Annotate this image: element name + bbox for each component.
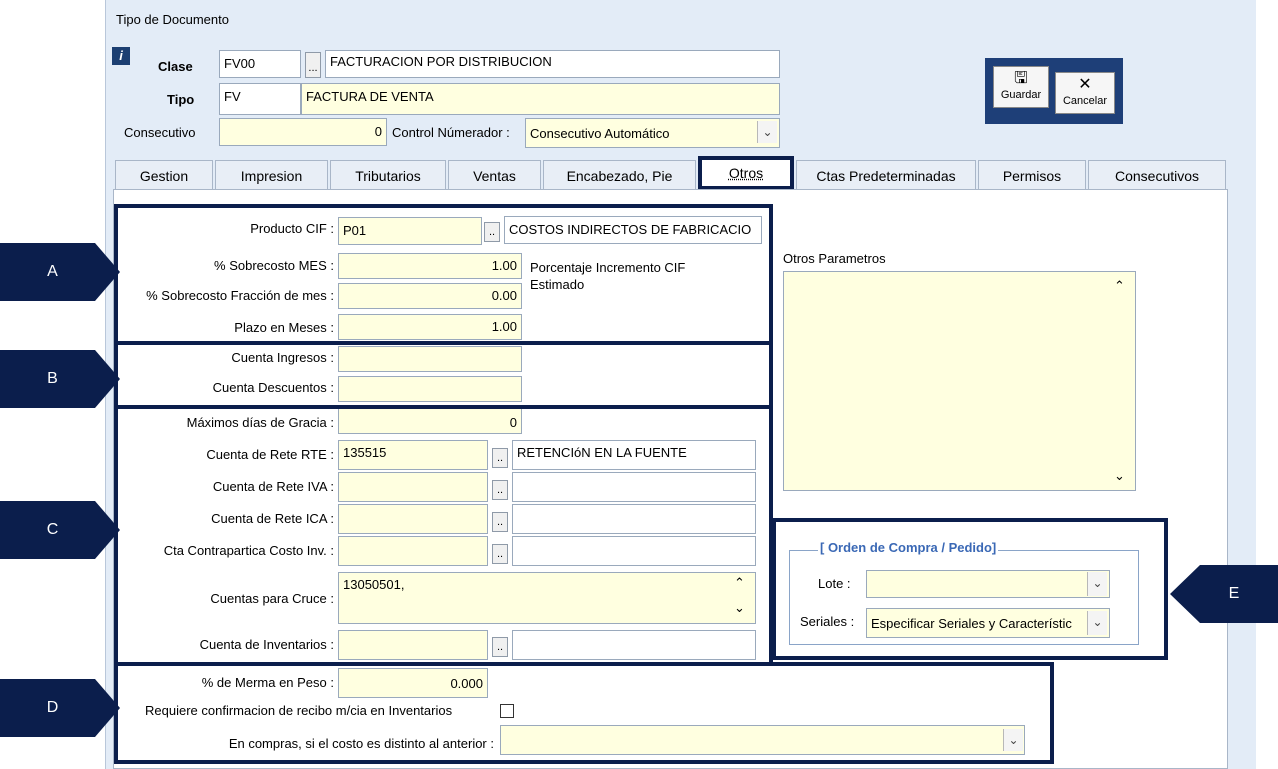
clase-label: Clase — [158, 59, 193, 74]
tipo-description: FACTURA DE VENTA — [301, 83, 780, 115]
tab-ventas[interactable]: Ventas — [448, 160, 541, 190]
tipo-label: Tipo — [167, 92, 195, 107]
cancel-button[interactable]: ✕ Cancelar — [1055, 72, 1115, 114]
control-numerador-label: Control Númerador : — [392, 125, 510, 140]
callout-e-label: E — [1228, 585, 1240, 602]
consecutivo-field[interactable]: 0 — [219, 118, 387, 146]
tab-ctas-predeterminadas[interactable]: Ctas Predeterminadas — [796, 160, 976, 190]
tab-encabezado-pie[interactable]: Encabezado, Pie — [543, 160, 696, 190]
consecutivo-label: Consecutivo — [124, 125, 196, 140]
cancel-label: Cancelar — [1062, 95, 1108, 107]
callout-b-label: B — [47, 370, 58, 387]
highlight-box-a — [114, 204, 773, 345]
tab-consecutivos[interactable]: Consecutivos — [1088, 160, 1226, 190]
callout-d-label: D — [46, 699, 59, 716]
control-numerador-select[interactable]: Consecutivo Automático — [525, 118, 780, 148]
tab-tributarios[interactable]: Tributarios — [330, 160, 446, 190]
tab-permisos[interactable]: Permisos — [978, 160, 1086, 190]
clase-code-field[interactable]: FV00 — [219, 50, 301, 78]
otros-parametros-textarea[interactable] — [783, 271, 1136, 491]
highlight-box-d — [114, 662, 1054, 764]
x-icon: ✕ — [1078, 76, 1092, 93]
callout-a: A — [0, 243, 120, 301]
callout-c-label: C — [46, 521, 59, 538]
tab-impresion[interactable]: Impresion — [215, 160, 328, 190]
highlight-box-b — [114, 341, 773, 409]
save-button[interactable]: 🖫 Guardar — [993, 66, 1049, 108]
save-label: Guardar — [1000, 89, 1042, 101]
callout-e: E — [1170, 565, 1278, 623]
scroll-down-icon[interactable]: ⌄ — [1114, 468, 1125, 484]
callout-b: B — [0, 350, 120, 408]
highlight-box-e — [772, 518, 1168, 660]
floppy-icon: 🖫 — [1014, 70, 1028, 87]
window-title: Tipo de Documento — [116, 12, 229, 27]
tipo-code-field[interactable]: FV — [219, 83, 301, 115]
tab-otros[interactable]: Otros — [698, 156, 794, 190]
toolbar: 🖫 Guardar ✕ Cancelar — [985, 58, 1123, 124]
info-icon[interactable]: i — [112, 47, 130, 65]
clase-description: FACTURACION POR DISTRIBUCION — [325, 50, 780, 78]
callout-a-label: A — [47, 263, 58, 280]
chevron-down-icon[interactable]: ⌄ — [757, 121, 777, 143]
scroll-up-icon[interactable]: ⌃ — [1114, 278, 1125, 294]
highlight-box-c — [114, 405, 773, 666]
clase-lookup-button[interactable]: ... — [305, 52, 321, 78]
callout-d: D — [0, 679, 120, 737]
callout-c: C — [0, 501, 120, 559]
tab-gestion[interactable]: Gestion — [115, 160, 213, 190]
otros-parametros-label: Otros Parametros — [783, 251, 886, 266]
